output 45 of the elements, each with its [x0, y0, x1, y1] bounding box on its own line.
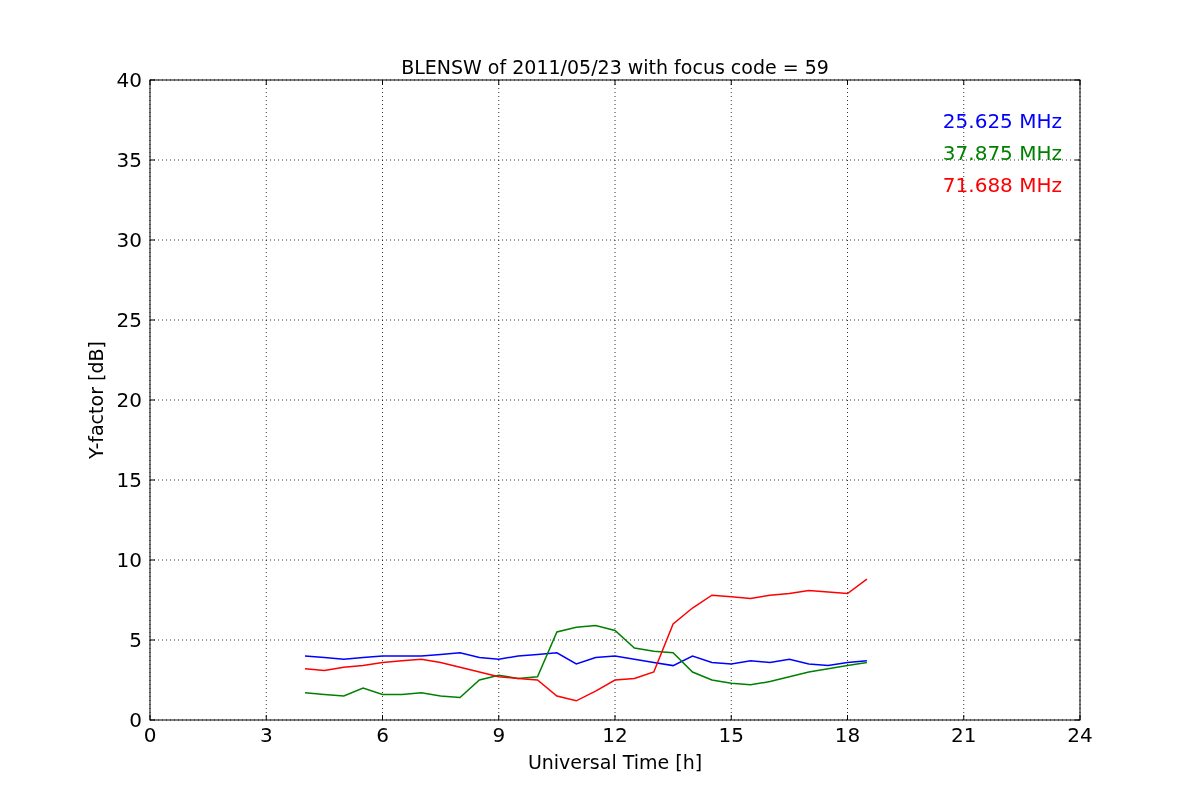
legend-label: 37.875 MHz: [942, 141, 1062, 165]
tick-mark: [382, 79, 383, 86]
legend-label: 71.688 MHz: [942, 173, 1062, 197]
tick-label: 20: [116, 388, 142, 412]
tick-label: 30: [116, 228, 142, 252]
tick-label: 15: [116, 468, 142, 492]
tick-mark: [149, 239, 156, 241]
tick-label: 35: [116, 148, 142, 172]
tick-mark: [614, 79, 616, 86]
tick-mark: [730, 79, 732, 86]
tick-label: 3: [259, 723, 273, 747]
tick-mark: [498, 714, 500, 721]
tick-mark: [847, 79, 848, 86]
tick-mark: [963, 79, 965, 86]
tick-label: 5: [129, 628, 142, 652]
chart-title: BLENSW of 2011/05/23 with focus code = 59: [401, 56, 829, 78]
y-axis-label: Y-factor [dB]: [85, 341, 107, 459]
legend-label: 25.625 MHz: [942, 109, 1062, 133]
x-axis-label: Universal Time [h]: [527, 751, 703, 773]
tick-mark: [149, 399, 156, 401]
tick-mark: [149, 479, 156, 481]
tick-label: 6: [376, 723, 389, 747]
tick-mark: [382, 714, 383, 721]
tick-mark: [498, 79, 500, 86]
tick-mark: [730, 714, 732, 721]
tick-label: 15: [718, 723, 744, 747]
tick-label: 24: [1067, 723, 1093, 747]
tick-label: 18: [834, 723, 861, 747]
tick-label: 21: [951, 723, 977, 747]
tick-label: 9: [492, 723, 506, 747]
tick-mark: [847, 714, 848, 721]
tick-mark: [265, 714, 267, 721]
tick-mark: [614, 714, 616, 721]
tick-label: 25: [116, 308, 142, 332]
tick-mark: [149, 159, 156, 161]
tick-mark: [265, 79, 267, 86]
tick-label: 0: [143, 723, 157, 747]
tick-mark: [149, 559, 156, 561]
tick-mark: [149, 319, 156, 321]
tick-label: 40: [116, 68, 142, 92]
tick-label: 0: [129, 708, 142, 732]
tick-label: 12: [602, 723, 628, 747]
tick-mark: [963, 714, 965, 721]
tick-mark: [149, 639, 156, 641]
tick-label: 10: [116, 548, 142, 572]
